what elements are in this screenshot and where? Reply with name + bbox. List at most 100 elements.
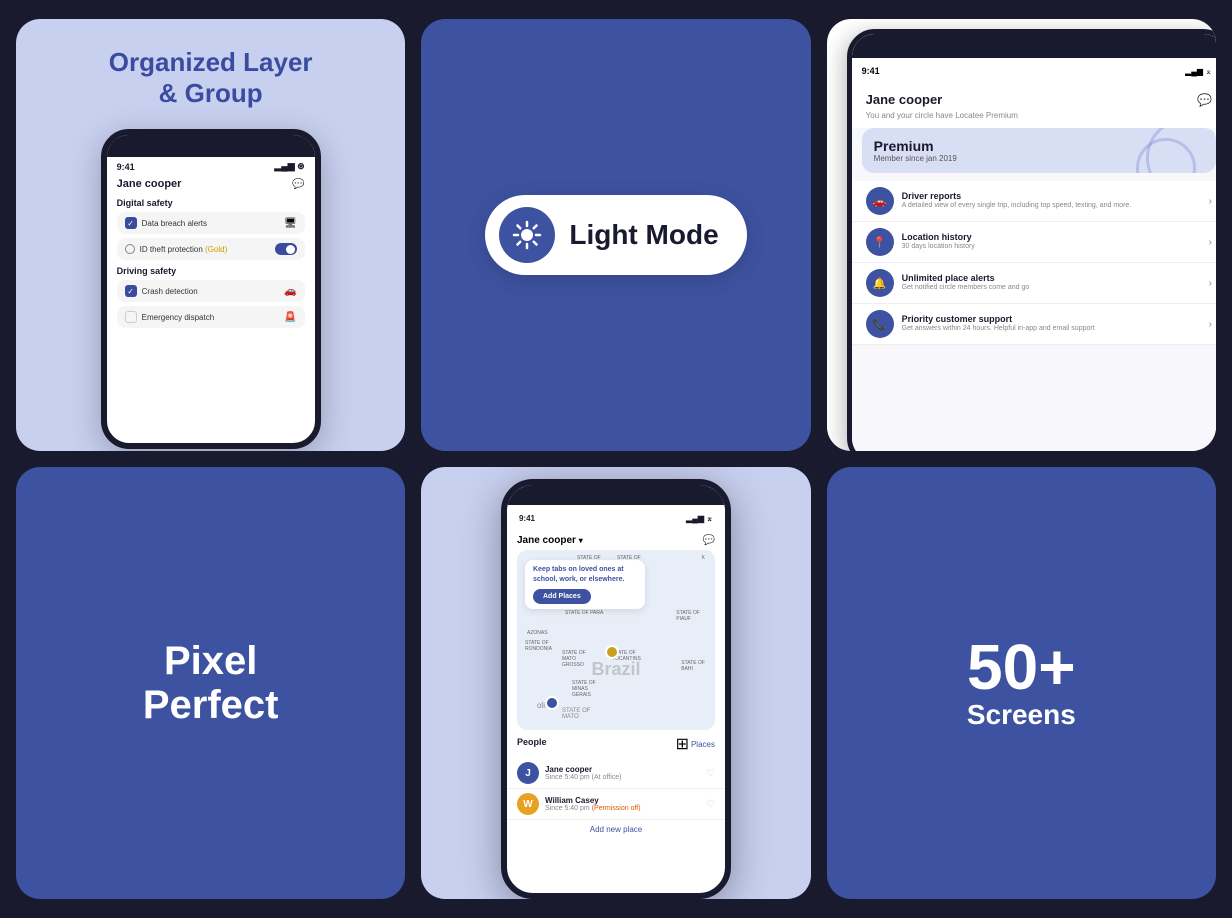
william-info: William Casey Since 5:40 pm (Permission …: [545, 796, 700, 812]
feature-driver-reports[interactable]: 🚗 Driver reports A detailed view of ever…: [852, 181, 1216, 222]
premium-time: 9:41: [862, 66, 880, 76]
driver-reports-desc: A detailed view of every single trip, in…: [902, 201, 1201, 210]
places-link[interactable]: ⊞ Places: [676, 734, 715, 754]
emergency-checkbox[interactable]: [125, 311, 137, 323]
light-mode-icon: [499, 207, 555, 263]
card-map: 9:41 ▂▄▆ ⌅ Jane cooper ▾ 💬 STATE OF STAT…: [421, 467, 810, 899]
map-notch: [581, 485, 651, 501]
message-icon[interactable]: 💬: [292, 179, 304, 190]
driver-reports-icon: 🚗: [866, 187, 894, 215]
phone-time: 9:41: [117, 162, 135, 172]
jane-status: Since 5:40 pm (At office): [545, 774, 700, 781]
phone-notch: [171, 135, 251, 157]
premium-notch: [1006, 40, 1071, 58]
monitor-icon: 🖥: [284, 218, 297, 229]
location-history-text: Location history 30 days location histor…: [902, 232, 1201, 251]
place-alerts-icon: 🔔: [866, 269, 894, 297]
feature-location-history[interactable]: 📍 Location history 30 days location hist…: [852, 222, 1216, 263]
phone-content: Jane cooper 💬 Digital safety ✓ Data brea…: [107, 172, 315, 338]
fingerprint-icon: [125, 244, 135, 254]
chevron-right-icon-2: ›: [1209, 237, 1212, 248]
william-name: William Casey: [545, 796, 700, 805]
heart-icon-jane[interactable]: ♡: [706, 768, 715, 779]
location-history-icon: 📍: [866, 228, 894, 256]
map-bottom-toolbar: People ⊞ Places: [507, 730, 725, 758]
premium-username: Jane cooper: [866, 92, 943, 107]
screens-label: Screens: [967, 699, 1076, 731]
heart-icon-william[interactable]: ♡: [706, 799, 715, 810]
state-label-bahi: STATE OFBAHI: [681, 660, 705, 672]
car-icon: 🚗: [284, 286, 296, 297]
jane-name: Jane cooper: [545, 765, 700, 774]
premium-header: Jane cooper 💬: [852, 84, 1216, 111]
premium-badge-card: Premium Member since jan 2019: [862, 128, 1216, 173]
map-avatar-2: [545, 696, 559, 710]
phone-signal: ▂▄▆ ⊛: [274, 161, 304, 172]
person-row-jane[interactable]: J Jane cooper Since 5:40 pm (At office) …: [507, 758, 725, 789]
premium-inner: 9:41 ▂▄▆ ⌅ Jane cooper 💬 You and your ci…: [827, 19, 1216, 451]
brazil-label: Brazil: [591, 659, 640, 680]
add-new-place-button[interactable]: Add new place: [507, 820, 725, 839]
crash-detection-item: ✓ Crash detection 🚗: [117, 280, 305, 302]
state-label-minas: STATE OFMINASGERAIS: [572, 680, 596, 698]
state-label-piauf: STATE OFPIAUF: [676, 610, 700, 622]
map-username: Jane cooper ▾: [517, 535, 583, 546]
feature-customer-support[interactable]: 📞 Priority customer support Get answers …: [852, 304, 1216, 345]
map-header: Jane cooper ▾ 💬: [507, 531, 725, 550]
jane-avatar: J: [517, 762, 539, 784]
light-mode-pill[interactable]: Light Mode: [485, 195, 746, 275]
driver-reports-title: Driver reports: [902, 191, 1201, 201]
map-signal: ▂▄▆ ⌅: [686, 514, 713, 523]
state-label-3: K: [702, 555, 705, 561]
phone-username: Jane cooper: [117, 178, 182, 190]
screens-count: 50+: [967, 635, 1076, 699]
permission-off-label: (Permission off): [592, 805, 641, 812]
state-label-rondonia: STATE OFRONDONIA: [525, 640, 552, 652]
chevron-right-icon-4: ›: [1209, 319, 1212, 330]
map-status-bar: 9:41 ▂▄▆ ⌅: [507, 505, 725, 531]
location-history-title: Location history: [902, 232, 1201, 242]
map-phone-mockup: 9:41 ▂▄▆ ⌅ Jane cooper ▾ 💬 STATE OF STAT…: [501, 479, 731, 899]
card-premium: 9:41 ▂▄▆ ⌅ Jane cooper 💬 You and your ci…: [827, 19, 1216, 451]
data-breach-item: ✓ Data breach alerts 🖥: [117, 212, 305, 234]
feature-place-alerts[interactable]: 🔔 Unlimited place alerts Get notified ci…: [852, 263, 1216, 304]
phone-status-bar: 9:41 ▂▄▆ ⊛: [107, 157, 315, 172]
card-screens-count: 50+ Screens: [827, 467, 1216, 899]
customer-support-icon: 📞: [866, 310, 894, 338]
main-grid: Organized Layer & Group 9:41 ▂▄▆ ⊛ Jane …: [16, 19, 1216, 899]
customer-support-text: Priority customer support Get answers wi…: [902, 314, 1201, 333]
premium-screen: 9:41 ▂▄▆ ⌅ Jane cooper 💬 You and your ci…: [852, 34, 1216, 451]
driver-reports-text: Driver reports A detailed view of every …: [902, 191, 1201, 210]
person-row-william[interactable]: W William Casey Since 5:40 pm (Permissio…: [507, 789, 725, 820]
jane-info: Jane cooper Since 5:40 pm (At office): [545, 765, 700, 781]
crash-checkbox[interactable]: ✓: [125, 285, 137, 297]
premium-subtitle: You and your circle have Locatee Premium: [852, 111, 1216, 128]
light-mode-label: Light Mode: [569, 219, 718, 251]
dispatch-icon: 🚨: [284, 312, 296, 323]
data-breach-text: Data breach alerts: [142, 219, 207, 228]
place-alerts-title: Unlimited place alerts: [902, 273, 1201, 283]
state-label-azonas: AZONAS: [527, 630, 548, 636]
card-light-mode: Light Mode: [421, 19, 810, 451]
pixel-perfect-title: Pixel Perfect: [143, 639, 279, 727]
phone-header: Jane cooper 💬: [117, 178, 305, 190]
premium-phone: 9:41 ▂▄▆ ⌅ Jane cooper 💬 You and your ci…: [847, 29, 1216, 451]
toggle-switch[interactable]: [275, 243, 297, 255]
premium-signal: ▂▄▆ ⌅: [1185, 67, 1212, 76]
emergency-dispatch-item: Emergency dispatch 🚨: [117, 306, 305, 328]
place-alerts-text: Unlimited place alerts Get notified circ…: [902, 273, 1201, 292]
checkbox-checked[interactable]: ✓: [125, 217, 137, 229]
card-organized-layer: Organized Layer & Group 9:41 ▂▄▆ ⊛ Jane …: [16, 19, 405, 451]
add-places-button[interactable]: Add Places: [533, 589, 591, 605]
premium-message-icon[interactable]: 💬: [1197, 93, 1212, 107]
card-pixel-perfect: Pixel Perfect: [16, 467, 405, 899]
place-alerts-desc: Get notified circle members come and go: [902, 283, 1201, 292]
id-theft-item: ID theft protection (Gold): [117, 238, 305, 260]
customer-support-title: Priority customer support: [902, 314, 1201, 324]
map-message-icon[interactable]: 💬: [703, 535, 715, 546]
location-history-desc: 30 days location history: [902, 242, 1201, 251]
id-theft-text: ID theft protection (Gold): [140, 245, 228, 254]
state-label-mato2: STATE OFMATO: [562, 708, 590, 720]
state-label-mato-grosso: STATE OFMATOGROSSO: [562, 650, 586, 668]
customer-support-desc: Get answers within 24 hours. Helpful in-…: [902, 324, 1201, 333]
